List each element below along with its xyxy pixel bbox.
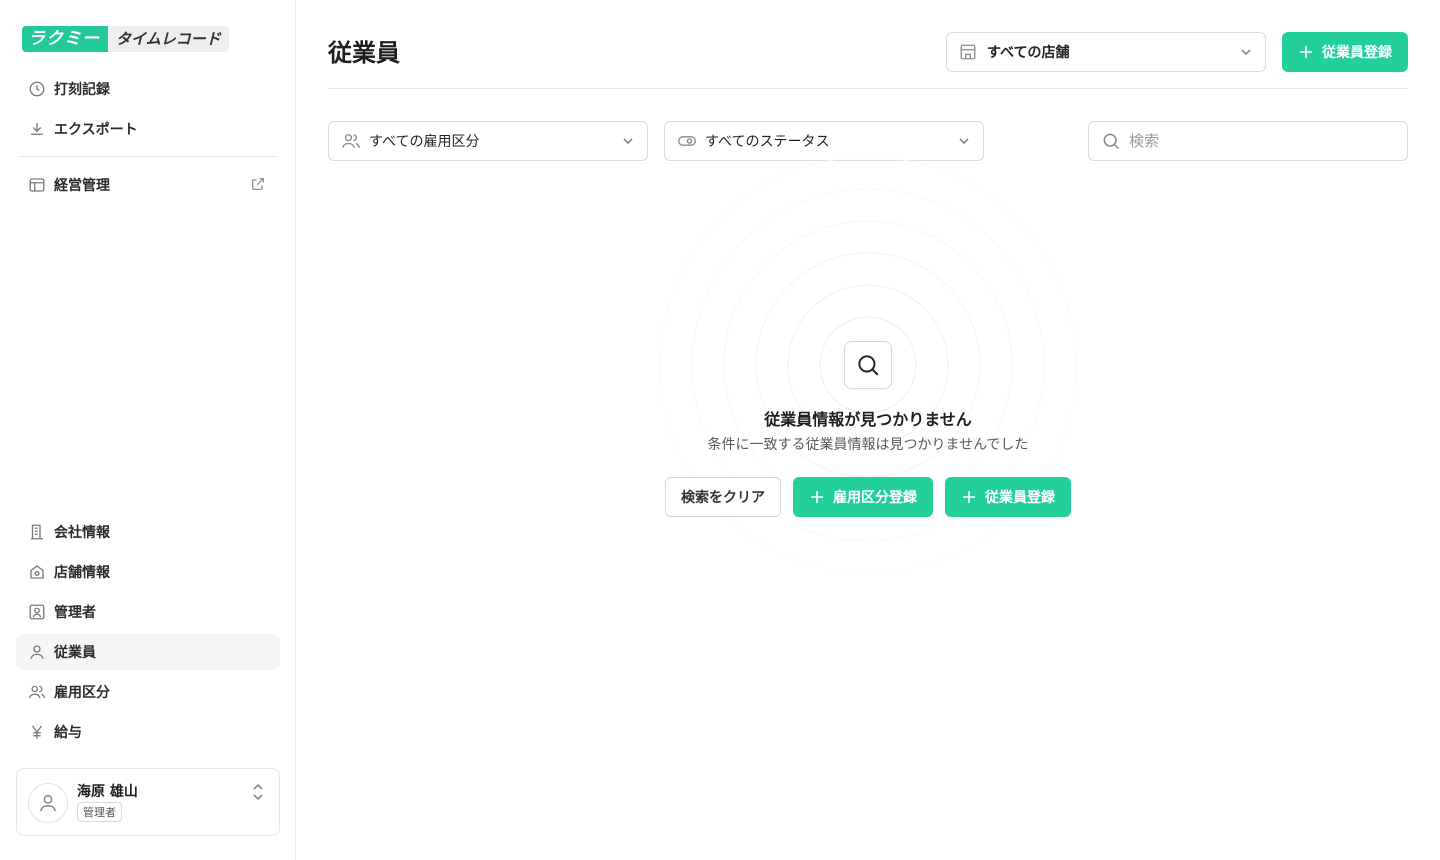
user-avatar-icon xyxy=(39,794,57,812)
chevron-down-icon xyxy=(1239,45,1253,59)
status-filter-value: すべてのステータス xyxy=(705,134,830,150)
app-logo[interactable]: ラクミー タイムレコード xyxy=(22,26,229,52)
sidebar-item-employees[interactable]: 従業員 xyxy=(16,634,280,670)
plus-icon xyxy=(809,489,825,505)
empty-state-title: 従業員情報が見つかりません xyxy=(764,410,972,429)
user-menu[interactable]: 海原 雄山 管理者 xyxy=(16,768,280,836)
sidebar-item-label: エクスポート xyxy=(54,122,138,138)
search-box[interactable] xyxy=(1088,121,1408,161)
add-employee-button-empty[interactable]: 従業員登録 xyxy=(945,477,1071,517)
users-icon xyxy=(28,683,46,701)
plus-icon xyxy=(961,489,977,505)
add-employee-label: 従業員登録 xyxy=(985,490,1055,506)
clear-search-button[interactable]: 検索をクリア xyxy=(665,477,781,517)
chevron-down-icon xyxy=(957,134,971,148)
add-employment-type-label: 雇用区分登録 xyxy=(833,490,917,506)
sidebar-item-salary[interactable]: 給与 xyxy=(16,714,280,750)
sidebar-item-admins[interactable]: 管理者 xyxy=(16,594,280,630)
sidebar-item-label: 管理者 xyxy=(54,605,96,621)
admin-icon xyxy=(28,603,46,621)
layout-icon xyxy=(28,176,46,194)
clock-icon xyxy=(28,80,46,98)
sidebar-item-label: 会社情報 xyxy=(54,525,110,541)
sidebar-item-label: 打刻記録 xyxy=(54,82,110,98)
page-title: 従業員 xyxy=(328,39,400,67)
sidebar: ラクミー タイムレコード 打刻記録 エクスポート 経営管理 会社情報 店舗情報 … xyxy=(0,0,296,860)
header-divider xyxy=(328,88,1408,89)
add-employment-type-button[interactable]: 雇用区分登録 xyxy=(793,477,933,517)
chevron-up-down-icon xyxy=(251,783,265,805)
sidebar-item-label: 従業員 xyxy=(54,645,96,661)
sidebar-item-label: 雇用区分 xyxy=(54,685,110,701)
sidebar-item-label: 店舗情報 xyxy=(54,565,110,581)
users-icon xyxy=(341,131,361,151)
sidebar-item-employment-types[interactable]: 雇用区分 xyxy=(16,674,280,710)
employment-type-filter[interactable]: すべての雇用区分 xyxy=(328,121,648,161)
yen-icon xyxy=(28,723,46,741)
sidebar-item-label: 経営管理 xyxy=(54,178,110,194)
add-employee-button[interactable]: 従業員登録 xyxy=(1282,32,1408,72)
store-select[interactable]: すべての店舗 xyxy=(946,32,1266,72)
sidebar-divider xyxy=(18,156,276,157)
logo-primary: ラクミー xyxy=(22,26,108,52)
search-icon xyxy=(858,355,879,376)
external-link-icon xyxy=(250,176,268,194)
empty-state-search-icon xyxy=(844,341,892,389)
download-icon xyxy=(28,120,46,138)
add-employee-label: 従業員登録 xyxy=(1322,45,1392,61)
store-icon xyxy=(28,563,46,581)
avatar xyxy=(28,783,68,823)
sidebar-item-time-records[interactable]: 打刻記録 xyxy=(16,71,280,107)
toggle-icon xyxy=(677,131,697,151)
logo-secondary: タイムレコード xyxy=(108,26,229,52)
search-icon xyxy=(1101,131,1121,151)
chevron-down-icon xyxy=(621,134,635,148)
user-role-badge: 管理者 xyxy=(77,802,122,822)
search-input[interactable] xyxy=(1129,132,1389,150)
sidebar-item-label: 給与 xyxy=(54,725,82,741)
employment-filter-value: すべての雇用区分 xyxy=(369,134,480,150)
empty-state-subtitle: 条件に一致する従業員情報は見つかりませんでした xyxy=(707,437,1029,453)
sidebar-item-company[interactable]: 会社情報 xyxy=(16,514,280,550)
user-name: 海原 雄山 xyxy=(77,784,138,800)
sidebar-item-management[interactable]: 経営管理 xyxy=(16,167,280,203)
store-select-value: すべての店舗 xyxy=(987,45,1070,61)
store-icon xyxy=(959,43,977,61)
building-icon xyxy=(28,523,46,541)
plus-icon xyxy=(1298,44,1314,60)
user-icon xyxy=(28,643,46,661)
sidebar-item-store[interactable]: 店舗情報 xyxy=(16,554,280,590)
sidebar-item-export[interactable]: エクスポート xyxy=(16,111,280,147)
